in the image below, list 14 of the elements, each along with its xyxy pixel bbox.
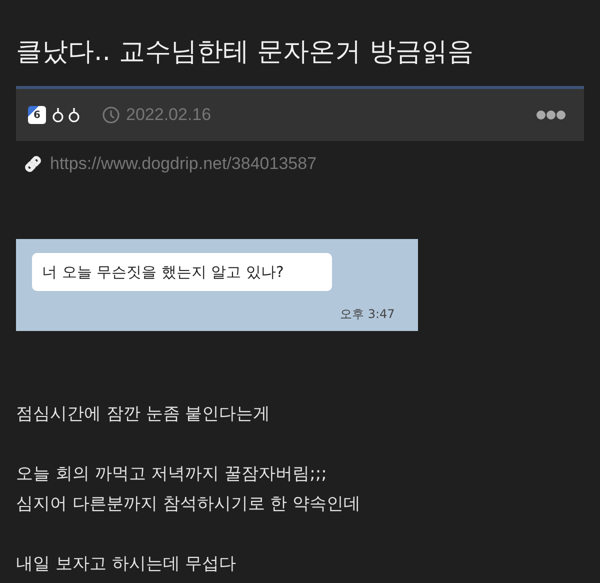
level-badge: 6 (28, 106, 46, 124)
body-text: 심지어 다른분까지 참석하시기로 한 약속인데 (16, 493, 362, 516)
body-text: 내일 보자고 하시는데 무섭다 (16, 553, 238, 576)
chat-time: 오후 3:47 (340, 306, 395, 323)
body-text: 오늘 회의 까먹고 저녁까지 꿀잠자버림;;; (16, 463, 328, 486)
chat-message: 너 오늘 무슨짓을 했는지 알고 있나? (42, 263, 284, 281)
more-icon[interactable] (536, 110, 566, 120)
body-text: 점심시간에 잠깐 눈좀 붙인다는게 (16, 403, 272, 426)
post-title: 클났다.. 교수님한테 문자온거 방금읽음 (16, 36, 474, 69)
post-date: 2022.02.16 (126, 105, 212, 125)
post-link[interactable]: https://www.dogdrip.net/384013587 (50, 154, 317, 174)
rings-icon (52, 107, 82, 123)
link-icon (22, 153, 44, 175)
clock-icon (102, 106, 120, 124)
